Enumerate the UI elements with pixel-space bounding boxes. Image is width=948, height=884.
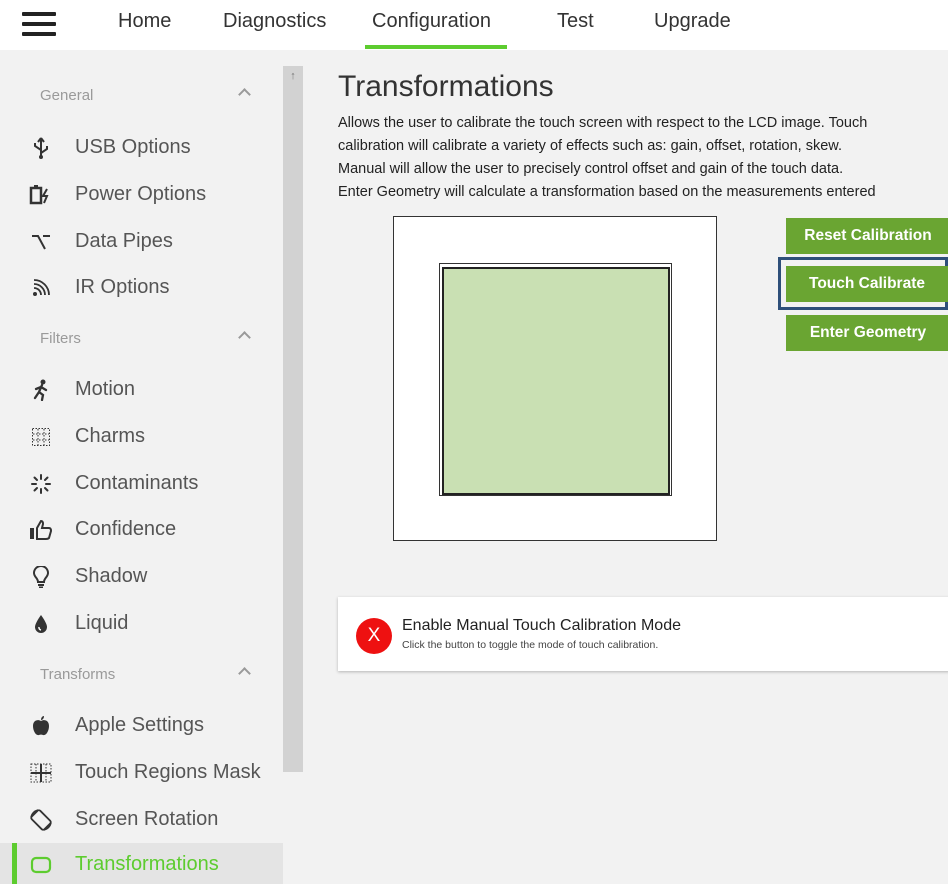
sidebar-item-label: Liquid: [75, 612, 129, 634]
apple-icon: [28, 714, 54, 738]
sidebar-item-charms[interactable]: Charms: [0, 415, 283, 459]
touch-area-region: [442, 267, 670, 495]
sidebar-item-label: Apple Settings: [75, 714, 204, 736]
dotted-grid-icon: [28, 425, 54, 449]
description-line: Allows the user to calibrate the touch s…: [338, 115, 868, 131]
sidebar-item-contaminants[interactable]: Contaminants: [0, 462, 283, 506]
tab-upgrade[interactable]: Upgrade: [654, 8, 731, 34]
chevron-up-icon: [238, 667, 251, 680]
description-line: Enter Geometry will calculate a transfor…: [338, 184, 876, 200]
sidebar-item-label: Transformations: [75, 853, 219, 875]
thumbs-up-icon: [28, 518, 54, 542]
droplet-icon: [28, 612, 54, 636]
sidebar-item-data-pipes[interactable]: Data Pipes: [0, 220, 283, 264]
top-nav-bar: Home Diagnostics Configuration Test Upgr…: [0, 0, 948, 50]
chevron-up-icon: [238, 331, 251, 344]
sidebar-item-transformations[interactable]: Transformations: [0, 843, 283, 884]
section-header-filters[interactable]: Filters: [40, 328, 255, 350]
tab-test[interactable]: Test: [557, 8, 594, 34]
sidebar-item-label: Screen Rotation: [75, 808, 219, 830]
description-line: Manual will allow the user to precisely …: [338, 161, 844, 177]
calibration-screen-preview: [439, 263, 672, 496]
tab-configuration[interactable]: Configuration: [372, 8, 491, 34]
sidebar-item-label: Confidence: [75, 518, 177, 540]
hamburger-menu-icon[interactable]: [22, 12, 56, 38]
sidebar-item-touch-regions-mask[interactable]: Touch Regions Mask: [0, 751, 283, 795]
manual-mode-toggle-button[interactable]: X: [356, 618, 392, 654]
rotate-icon: [28, 808, 54, 832]
reset-calibration-button[interactable]: Reset Calibration: [786, 218, 948, 254]
sidebar-item-label: Shadow: [75, 565, 148, 587]
section-header-label: Transforms: [40, 666, 116, 683]
scroll-up-arrow-icon[interactable]: ↑: [284, 67, 302, 85]
running-icon: [28, 378, 54, 402]
sidebar-scrollbar[interactable]: [283, 66, 303, 772]
chevron-up-icon: [238, 88, 251, 101]
pipe-icon: [28, 230, 54, 254]
page-description: Allows the user to calibrate the touch s…: [338, 112, 948, 204]
sidebar-item-label: Data Pipes: [75, 230, 173, 252]
sidebar-item-usb-options[interactable]: USB Options: [0, 126, 283, 170]
section-header-general[interactable]: General: [40, 85, 255, 107]
lightbulb-icon: [28, 565, 54, 589]
sidebar-item-ir-options[interactable]: IR Options: [0, 266, 283, 310]
sidebar-item-label: IR Options: [75, 276, 170, 298]
sidebar-item-label: Charms: [75, 425, 146, 447]
spinner-icon: [28, 472, 54, 496]
active-item-indicator: [12, 843, 17, 884]
sidebar-item-power-options[interactable]: Power Options: [0, 173, 283, 217]
touch-calibrate-button[interactable]: Touch Calibrate: [786, 266, 948, 302]
sidebar-item-motion[interactable]: Motion: [0, 368, 283, 412]
sidebar-item-confidence[interactable]: Confidence: [0, 508, 283, 552]
manual-mode-title: Enable Manual Touch Calibration Mode: [402, 617, 681, 634]
tab-diagnostics[interactable]: Diagnostics: [223, 8, 326, 34]
tab-home[interactable]: Home: [118, 8, 171, 34]
manual-mode-subtitle: Click the button to toggle the mode of t…: [402, 639, 659, 651]
rounded-square-icon: [28, 853, 54, 877]
enter-geometry-button[interactable]: Enter Geometry: [786, 315, 948, 351]
sidebar-item-liquid[interactable]: Liquid: [0, 602, 283, 646]
sidebar-item-label: Power Options: [75, 183, 207, 205]
rss-icon: [28, 276, 54, 300]
sidebar-item-apple-settings[interactable]: Apple Settings: [0, 704, 283, 748]
battery-charging-icon: [28, 183, 54, 207]
manual-calibration-card: X Enable Manual Touch Calibration Mode C…: [338, 597, 948, 671]
sidebar-item-label: Touch Regions Mask: [75, 761, 261, 783]
sidebar: General USB Options Power Options Data P…: [0, 58, 283, 884]
section-header-label: General: [40, 87, 94, 104]
sidebar-item-label: Contaminants: [75, 472, 199, 494]
sidebar-item-shadow[interactable]: Shadow: [0, 555, 283, 599]
active-tab-indicator: [365, 45, 507, 49]
description-line: calibration will calibrate a variety of …: [338, 138, 842, 154]
sidebar-item-screen-rotation[interactable]: Screen Rotation: [0, 798, 283, 842]
usb-icon: [28, 136, 54, 160]
sidebar-item-label: USB Options: [75, 136, 191, 158]
section-header-transforms[interactable]: Transforms: [40, 664, 255, 686]
regions-grid-icon: [28, 761, 54, 785]
page-title: Transformations: [338, 70, 554, 103]
sidebar-item-label: Motion: [75, 378, 136, 400]
section-header-label: Filters: [40, 330, 81, 347]
